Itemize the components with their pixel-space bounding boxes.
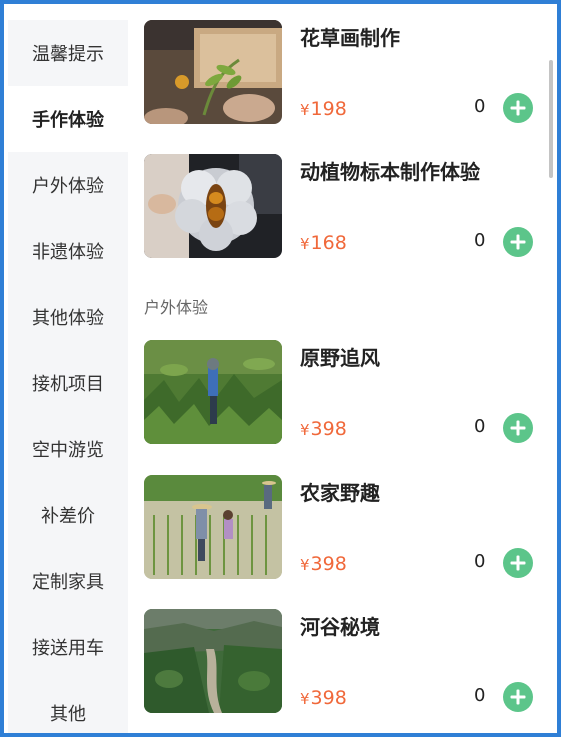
product-card[interactable]: 原野追风 ¥398 0: [128, 340, 548, 450]
product-card[interactable]: 动植物标本制作体验 ¥168 0: [128, 154, 548, 264]
product-list: 花草画制作 ¥198 0 动植物标本制作体验 ¥168 0 户外体验 原野追风 …: [128, 4, 557, 733]
product-image[interactable]: [144, 475, 282, 579]
product-title: 原野追风: [300, 346, 380, 370]
sidebar-item-custom-furniture[interactable]: 定制家具: [8, 548, 128, 614]
category-sidebar: 温馨提示 手作体验 户外体验 非遗体验 其他体验 接机项目 空中游览 补差价 定…: [8, 20, 128, 733]
quantity-count: 0: [474, 551, 486, 572]
rice-paddy-farmers-photo: [144, 475, 282, 579]
sidebar-item-tips[interactable]: 温馨提示: [8, 20, 128, 86]
sidebar-item-outdoor[interactable]: 户外体验: [8, 152, 128, 218]
river-valley-photo: [144, 609, 282, 713]
pressed-flower-craft-photo: [144, 20, 282, 124]
insect-specimen-photo: [144, 154, 282, 258]
sidebar-item-air-tour[interactable]: 空中游览: [8, 416, 128, 482]
quantity-count: 0: [474, 96, 486, 117]
product-title: 花草画制作: [300, 26, 400, 50]
product-price: ¥168: [300, 232, 347, 254]
product-image[interactable]: [144, 340, 282, 444]
fern-field-hiker-photo: [144, 340, 282, 444]
sidebar-item-heritage[interactable]: 非遗体验: [8, 218, 128, 284]
sidebar-item-airport-pickup[interactable]: 接机项目: [8, 350, 128, 416]
add-to-cart-button[interactable]: [503, 93, 533, 123]
product-price: ¥398: [300, 553, 347, 575]
product-image[interactable]: [144, 20, 282, 124]
add-to-cart-button[interactable]: [503, 413, 533, 443]
product-price: ¥398: [300, 418, 347, 440]
add-to-cart-button[interactable]: [503, 682, 533, 712]
quantity-count: 0: [474, 416, 486, 437]
sidebar-item-handcraft[interactable]: 手作体验: [8, 86, 128, 152]
product-card[interactable]: 花草画制作 ¥198 0: [128, 20, 548, 130]
quantity-count: 0: [474, 685, 486, 706]
product-card[interactable]: 河谷秘境 ¥398 0: [128, 609, 548, 719]
product-title: 动植物标本制作体验: [300, 160, 480, 184]
product-price: ¥398: [300, 687, 347, 709]
add-to-cart-button[interactable]: [503, 227, 533, 257]
add-to-cart-button[interactable]: [503, 548, 533, 578]
sidebar-item-other-experience[interactable]: 其他体验: [8, 284, 128, 350]
sidebar-item-price-difference[interactable]: 补差价: [8, 482, 128, 548]
product-image[interactable]: [144, 609, 282, 713]
product-title: 河谷秘境: [300, 615, 380, 639]
product-image[interactable]: [144, 154, 282, 258]
product-price: ¥198: [300, 98, 347, 120]
product-card[interactable]: 农家野趣 ¥398 0: [128, 475, 548, 585]
app-frame: 温馨提示 手作体验 户外体验 非遗体验 其他体验 接机项目 空中游览 补差价 定…: [0, 0, 561, 737]
sidebar-item-transfer-car[interactable]: 接送用车: [8, 614, 128, 680]
product-title: 农家野趣: [300, 481, 380, 505]
scrollbar[interactable]: [549, 60, 553, 178]
quantity-count: 0: [474, 230, 486, 251]
section-header-outdoor: 户外体验: [144, 298, 209, 317]
sidebar-item-other[interactable]: 其他: [8, 680, 128, 733]
